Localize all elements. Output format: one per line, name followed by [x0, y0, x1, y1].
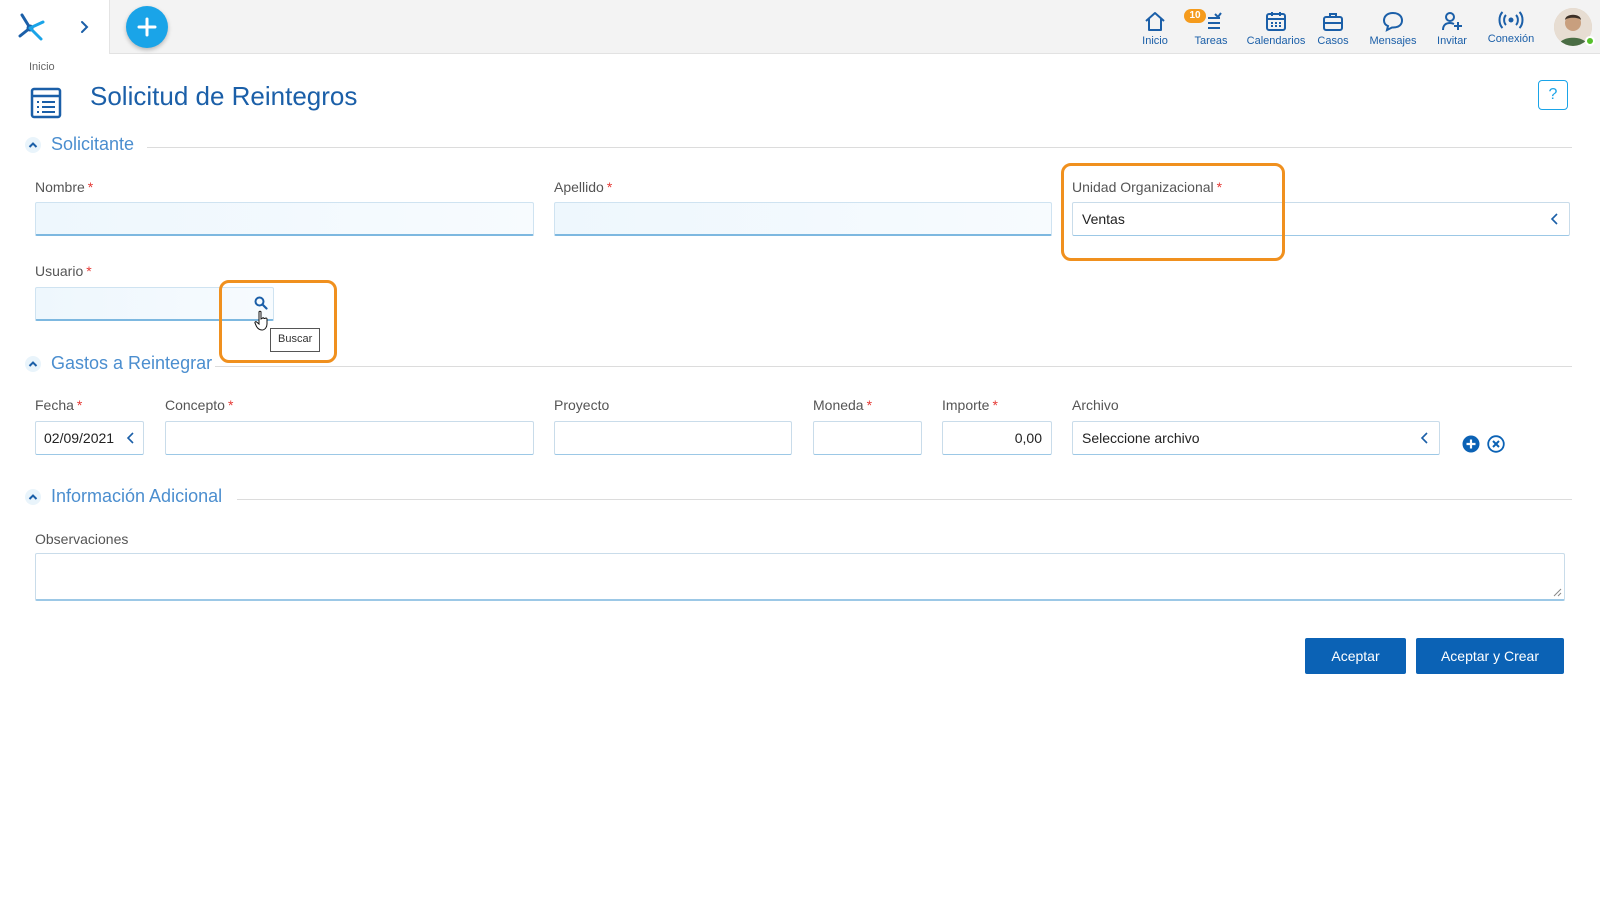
section-divider — [237, 499, 1572, 500]
nav-inicio[interactable]: Inicio — [1124, 10, 1186, 48]
moneda-input[interactable] — [813, 421, 922, 455]
plus-icon — [137, 17, 157, 37]
nav-label-mensajes: Mensajes — [1369, 35, 1417, 47]
nav-label-casos: Casos — [1317, 35, 1349, 47]
nav-invitar[interactable]: Invitar — [1421, 10, 1483, 48]
usuario-label: Usuario * — [35, 263, 92, 279]
nav-calendarios[interactable]: Calendarios — [1243, 10, 1309, 48]
nav-label-calendarios: Calendarios — [1246, 35, 1306, 47]
chat-icon — [1382, 11, 1404, 32]
nav-tareas[interactable]: 10 Tareas — [1180, 9, 1242, 48]
expand-menu-chevron-icon[interactable] — [74, 16, 96, 38]
nav-label-conexion: Conexión — [1487, 33, 1535, 45]
observaciones-textarea[interactable] — [35, 553, 1565, 601]
remove-row-icon[interactable] — [1487, 435, 1505, 453]
fecha-input[interactable]: 02/09/2021 — [35, 421, 144, 455]
importe-label: Importe * — [942, 397, 998, 413]
nombre-label: Nombre * — [35, 179, 94, 195]
section-title-adicional: Información Adicional — [51, 486, 223, 506]
fecha-label: Fecha * — [35, 397, 83, 413]
nav-label-inicio: Inicio — [1142, 35, 1168, 47]
importe-input[interactable]: 0,00 — [942, 421, 1052, 455]
proyecto-input[interactable] — [554, 421, 792, 455]
nav-label-invitar: Invitar — [1437, 35, 1467, 47]
collapse-chevron-up-icon — [25, 356, 41, 372]
archivo-value: Seleccione archivo — [1082, 430, 1200, 446]
nav-casos[interactable]: Casos — [1302, 10, 1364, 48]
add-row-icon[interactable] — [1462, 435, 1480, 453]
briefcase-icon — [1323, 13, 1343, 31]
calendar-icon — [1266, 12, 1286, 31]
nav-mensajes[interactable]: Mensajes — [1362, 10, 1424, 48]
proyecto-label: Proyecto — [554, 397, 610, 413]
app-logo-icon[interactable] — [12, 9, 48, 45]
highlight-search-button — [219, 280, 337, 363]
connection-icon — [1498, 11, 1524, 29]
section-title-gastos: Gastos a Reintegrar — [51, 353, 213, 373]
aceptar-button[interactable]: Aceptar — [1305, 638, 1406, 674]
breadcrumb[interactable]: Inicio — [29, 61, 55, 73]
section-divider — [147, 147, 1572, 148]
section-gastos-header[interactable]: Gastos a Reintegrar — [25, 353, 215, 377]
nombre-input[interactable] — [35, 202, 534, 236]
page-title: Solicitud de Reintegros — [90, 81, 358, 111]
apellido-input[interactable] — [554, 202, 1052, 236]
chevron-left-icon — [1420, 432, 1428, 444]
collapse-chevron-up-icon — [25, 489, 41, 505]
chevron-left-icon — [1550, 213, 1558, 225]
new-item-button[interactable] — [126, 6, 168, 48]
form-icon — [30, 87, 62, 119]
highlight-unidad-organizacional — [1061, 163, 1285, 261]
invite-icon — [1442, 12, 1462, 31]
chevron-left-icon[interactable] — [125, 431, 137, 445]
nav-label-tareas: Tareas — [1194, 35, 1228, 47]
resize-handle-icon[interactable] — [1552, 587, 1562, 597]
section-title-solicitante: Solicitante — [51, 134, 135, 154]
online-status-dot — [1585, 36, 1595, 46]
concepto-label: Concepto * — [165, 397, 234, 413]
fecha-value: 02/09/2021 — [44, 430, 115, 446]
home-icon — [1145, 12, 1165, 31]
section-divider — [215, 366, 1572, 367]
top-bar: Inicio 10 Tareas Calendarios Casos Mensa… — [0, 0, 1600, 54]
collapse-chevron-up-icon — [25, 137, 41, 153]
moneda-label: Moneda * — [813, 397, 873, 413]
section-adicional-header[interactable]: Información Adicional — [25, 486, 230, 510]
help-button[interactable]: ? — [1538, 80, 1568, 110]
logo-area — [0, 0, 110, 54]
nav-conexion[interactable]: Conexión — [1480, 10, 1542, 48]
archivo-label: Archivo — [1072, 397, 1119, 413]
apellido-label: Apellido * — [554, 179, 613, 195]
section-solicitante-header[interactable]: Solicitante — [25, 134, 145, 158]
aceptar-y-crear-button[interactable]: Aceptar y Crear — [1416, 638, 1564, 674]
observaciones-label: Observaciones — [35, 531, 129, 547]
archivo-select[interactable]: Seleccione archivo — [1072, 421, 1440, 455]
tasks-count-badge: 10 — [1184, 9, 1206, 23]
concepto-input[interactable] — [165, 421, 534, 455]
